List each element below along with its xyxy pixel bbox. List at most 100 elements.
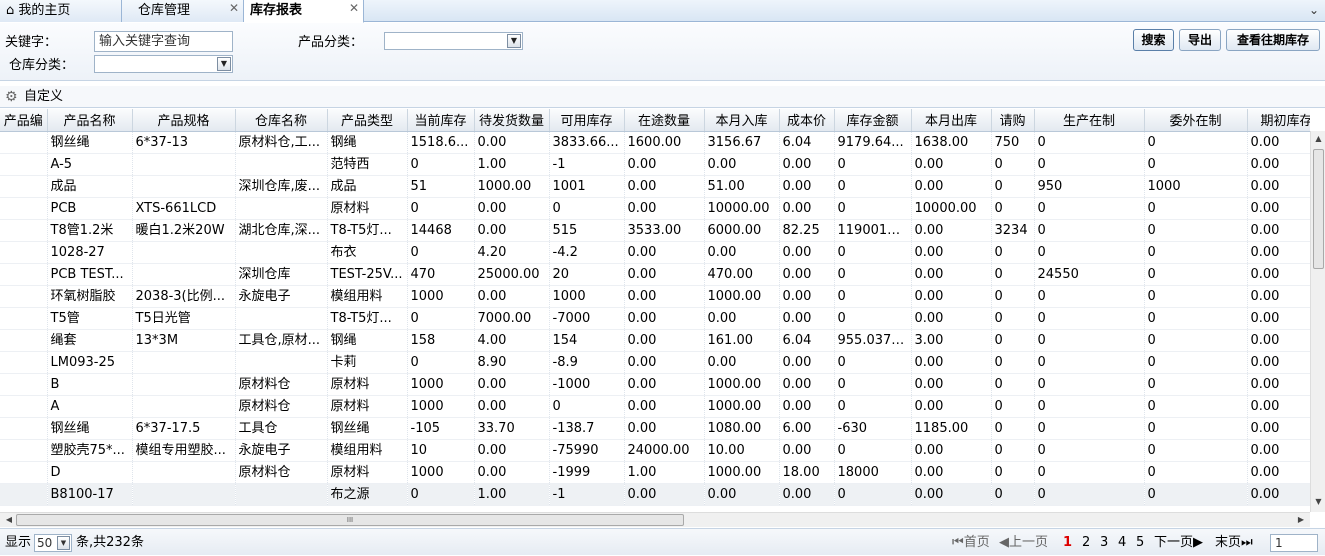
- first-page-link[interactable]: ⏮首页: [952, 529, 990, 556]
- table-row[interactable]: A-5 范特西 0 1.00 -1 0.00 0.00 0.00 0 0.00 0 0 0 0.00: [0, 153, 1310, 176]
- page-link-5[interactable]: 5: [1136, 529, 1144, 556]
- chevron-down-icon[interactable]: ▼: [507, 34, 521, 48]
- table-cell: 0: [407, 351, 475, 374]
- page-link-1[interactable]: 1: [1063, 529, 1072, 556]
- page-link-3[interactable]: 3: [1100, 529, 1108, 556]
- goto-page-input[interactable]: 1: [1270, 534, 1318, 552]
- table-cell: 8.90: [474, 351, 550, 374]
- column-header[interactable]: 在途数量: [624, 109, 705, 132]
- vertical-scrollbar[interactable]: ▲ ▼: [1310, 131, 1325, 512]
- column-header[interactable]: 产品类型: [327, 109, 408, 132]
- column-header[interactable]: 可用库存: [549, 109, 625, 132]
- chevron-down-icon[interactable]: ⌄: [1307, 2, 1321, 18]
- filter-panel: 关键字： 输入关键字查询 产品分类： ▼ 仓库分类： ▼ 搜索 导出 查看往期库…: [0, 23, 1325, 81]
- column-header[interactable]: 期初库存: [1247, 109, 1310, 132]
- table-row[interactable]: T5管 T5日光管 T8-T5灯... 0 7000.00 -7000 0.00 0.00 0.…: [0, 307, 1310, 330]
- table-row[interactable]: 成品 深圳仓库,废... 成品 51 1000.00 1001 0.00 51.00 0.00 0…: [0, 175, 1310, 198]
- chevron-down-icon[interactable]: ▼: [217, 57, 231, 71]
- close-icon[interactable]: ✕: [229, 0, 239, 19]
- tab-warehouse[interactable]: 仓库管理 ✕: [122, 0, 244, 22]
- prev-page-link[interactable]: ◀上一页: [999, 529, 1048, 556]
- gear-icon[interactable]: ⚙: [5, 86, 18, 108]
- table-cell: 永旋电子: [235, 285, 328, 308]
- table-cell: A-5: [47, 153, 133, 176]
- table-cell: 0.00: [624, 153, 705, 176]
- scroll-thumb[interactable]: [1313, 149, 1324, 269]
- column-header[interactable]: 请购: [991, 109, 1035, 132]
- horizontal-scrollbar[interactable]: ◀ III ▶: [0, 512, 1310, 527]
- warehouse-select[interactable]: ▼: [94, 55, 233, 73]
- table-cell: 0: [834, 351, 912, 374]
- table-row[interactable]: 钢丝绳 6*37-13 原材料仓,工... 钢绳 1518.6... 0.00 3833.6…: [0, 131, 1310, 154]
- table-cell: 0: [1144, 219, 1248, 242]
- tab-home[interactable]: ⌂ 我的主页: [0, 0, 122, 22]
- table-row[interactable]: D 原材料仓 原材料 1000 0.00 -1999 1.00 1000.00 18.00 180…: [0, 461, 1310, 484]
- column-header[interactable]: 生产在制: [1034, 109, 1145, 132]
- scroll-up-icon[interactable]: ▲: [1313, 134, 1324, 146]
- table-cell: 3.00: [911, 329, 992, 352]
- table-row[interactable]: A 原材料仓 原材料 1000 0.00 0 0.00 1000.00 0.00 0 0.00 0 0 0…: [0, 395, 1310, 418]
- table-row[interactable]: 塑胶壳75*... 模组专用塑胶... 永旋电子 模组用料 10 0.00 -75990 24…: [0, 439, 1310, 462]
- close-icon[interactable]: ✕: [349, 0, 359, 19]
- column-header[interactable]: 待发货数量: [474, 109, 550, 132]
- next-page-link[interactable]: 下一页▶: [1154, 529, 1203, 556]
- table-row[interactable]: 钢丝绳 6*37-17.5 工具仓 钢丝绳 -105 33.70 -138.7 0.00 108…: [0, 417, 1310, 440]
- search-button[interactable]: 搜索: [1133, 29, 1174, 51]
- column-header[interactable]: 成本价: [779, 109, 835, 132]
- tab-label: 仓库管理: [138, 3, 191, 18]
- table-cell: B: [47, 373, 133, 396]
- table-cell: [132, 483, 236, 506]
- table-cell: 原材料仓: [235, 373, 328, 396]
- total-count: 条,共232条: [76, 535, 144, 550]
- table-row[interactable]: LM093-25 卡莉 0 8.90 -8.9 0.00 0.00 0.00 0 0.00 0 0 0 0…: [0, 351, 1310, 374]
- column-header[interactable]: 本月出库: [911, 109, 992, 132]
- table-cell: 10000.00: [704, 197, 780, 220]
- column-header[interactable]: 当前库存: [407, 109, 475, 132]
- column-header[interactable]: 产品编: [0, 109, 48, 132]
- history-inventory-button[interactable]: 查看往期库存: [1226, 29, 1320, 51]
- table-cell: 0: [1034, 461, 1145, 484]
- keyword-input[interactable]: 输入关键字查询: [94, 31, 233, 52]
- chevron-down-icon[interactable]: ▼: [57, 536, 70, 550]
- column-header[interactable]: 仓库名称: [235, 109, 328, 132]
- table-cell: 0: [991, 241, 1035, 264]
- table-cell: [132, 263, 236, 286]
- column-header[interactable]: 本月入库: [704, 109, 780, 132]
- table-row[interactable]: PCB TEST... 深圳仓库 TEST-25V... 470 25000.00 20 0…: [0, 263, 1310, 286]
- table-row[interactable]: 1028-27 布衣 0 4.20 -4.2 0.00 0.00 0.00 0 0.00 0 0 0 0.…: [0, 241, 1310, 264]
- table-cell: 原材料仓: [235, 395, 328, 418]
- table-cell: 0.00: [911, 153, 992, 176]
- table-cell: 0.00: [779, 263, 835, 286]
- table-row[interactable]: B 原材料仓 原材料 1000 0.00 -1000 0.00 1000.00 0.00 0 0.0…: [0, 373, 1310, 396]
- tab-inventory-report[interactable]: 库存报表 ✕: [244, 0, 364, 23]
- table-row[interactable]: 环氧树脂胶 2038-3(比例... 永旋电子 模组用料 1000 0.00 1000 0.0…: [0, 285, 1310, 308]
- table-cell: 515: [549, 219, 625, 242]
- table-cell: [132, 241, 236, 264]
- page-size-select[interactable]: 50 ▼: [34, 534, 72, 552]
- column-header[interactable]: 库存金额: [834, 109, 912, 132]
- table-row[interactable]: 绳套 13*3M 工具仓,原材... 钢绳 158 4.00 154 0.00 161.00 6.…: [0, 329, 1310, 352]
- scroll-down-icon[interactable]: ▼: [1313, 497, 1324, 509]
- export-button[interactable]: 导出: [1179, 29, 1221, 51]
- table-cell: 0: [1144, 197, 1248, 220]
- table-cell: 0: [1034, 439, 1145, 462]
- table-cell: 6.04: [779, 329, 835, 352]
- scroll-left-icon[interactable]: ◀: [3, 514, 15, 526]
- table-row[interactable]: B8100-17 布之源 0 1.00 -1 0.00 0.00 0.00 0 0.00 0 0 0 0.…: [0, 483, 1310, 506]
- page-link-4[interactable]: 4: [1118, 529, 1126, 556]
- category-select[interactable]: ▼: [384, 32, 523, 50]
- scroll-thumb[interactable]: III: [16, 514, 684, 526]
- scroll-right-icon[interactable]: ▶: [1295, 514, 1307, 526]
- last-page-link[interactable]: 末页⏭: [1215, 529, 1253, 556]
- column-header[interactable]: 委外在制: [1144, 109, 1248, 132]
- table-cell: 0: [991, 263, 1035, 286]
- column-header[interactable]: 产品规格: [132, 109, 236, 132]
- table-row[interactable]: PCB XTS-661LCD 原材料 0 0.00 0 0.00 10000.00 0.00 0 1…: [0, 197, 1310, 220]
- table-cell: 6.00: [779, 417, 835, 440]
- table-cell: 1000: [407, 395, 475, 418]
- table-row[interactable]: T8管1.2米 暖白1.2米20W 湖北仓库,深... T8-T5灯... 14468 0…: [0, 219, 1310, 242]
- table-cell: [0, 395, 48, 418]
- page-link-2[interactable]: 2: [1082, 529, 1090, 556]
- column-header[interactable]: 产品名称: [47, 109, 133, 132]
- customize-toolbar[interactable]: ⚙ 自定义: [0, 86, 1325, 108]
